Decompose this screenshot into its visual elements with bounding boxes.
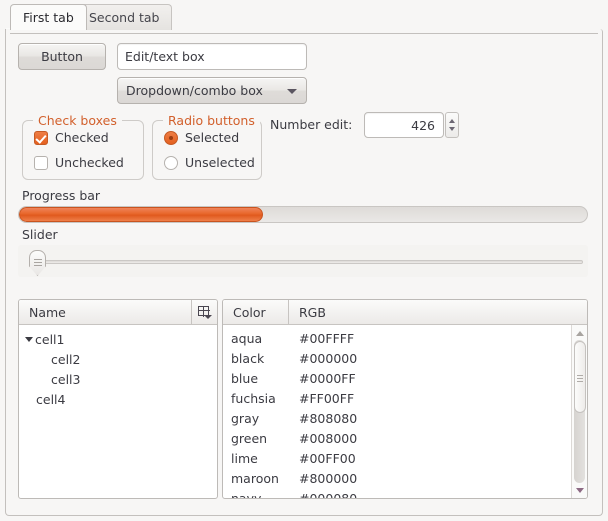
color-rgb-cell: #FF00FF: [289, 391, 354, 406]
color-name-cell: green: [223, 431, 289, 446]
radios-group: Radio buttons Selected Unselected: [152, 120, 262, 180]
table-row[interactable]: green#008000: [223, 428, 571, 448]
triangle-down-icon[interactable]: [449, 127, 455, 131]
tree-view[interactable]: Name cell1 cell2 cell3 cell4: [18, 299, 218, 499]
scroll-down-icon[interactable]: [572, 483, 588, 497]
demo-button[interactable]: Button: [18, 43, 106, 70]
table-row[interactable]: black#000000: [223, 348, 571, 368]
slider-label: Slider: [22, 227, 58, 242]
checkbox-checked-label: Checked: [55, 130, 109, 145]
scroll-up-icon[interactable]: [572, 326, 588, 340]
tree-item[interactable]: cell1: [19, 329, 217, 349]
color-name-cell: aqua: [223, 331, 289, 346]
tree-expander-icon[interactable]: [25, 337, 33, 342]
progress-bar-fill: [19, 207, 263, 222]
chevron-down-icon: [287, 89, 297, 94]
tree-column-options-button[interactable]: [191, 300, 217, 324]
color-name-cell: blue: [223, 371, 289, 386]
color-table[interactable]: Color RGB aqua#00FFFFblack#000000blue#00…: [222, 299, 588, 499]
color-rgb-cell: #000000: [289, 351, 357, 366]
checkbox-checked-icon[interactable]: [34, 131, 48, 145]
triangle-up-icon[interactable]: [449, 119, 455, 123]
combo-selected-value: Dropdown/combo box: [126, 83, 263, 98]
checkbox-checked-row[interactable]: Checked: [34, 130, 109, 145]
table-row[interactable]: aqua#00FFFF: [223, 328, 571, 348]
grid-columns-icon: [198, 306, 211, 318]
color-rgb-cell: #0000FF: [289, 371, 356, 386]
number-edit-stepper[interactable]: [445, 112, 459, 138]
color-rgb-cell: #00FF00: [289, 451, 356, 466]
color-name-cell: navy: [223, 491, 289, 499]
progress-bar-label: Progress bar: [22, 188, 100, 203]
table-row[interactable]: navy#000080: [223, 488, 571, 498]
color-table-body: aqua#00FFFFblack#000000blue#0000FFfuchsi…: [223, 325, 571, 498]
tree-item[interactable]: cell2: [19, 349, 217, 369]
checkbox-unchecked-icon[interactable]: [34, 156, 48, 170]
color-rgb-cell: #000080: [289, 491, 357, 499]
color-rgb-cell: #00FFFF: [289, 331, 354, 346]
app-window: First tab Second tab Button Edit/text bo…: [0, 0, 608, 521]
checkboxes-group-title: Check boxes: [33, 113, 122, 128]
radio-selected-label: Selected: [185, 130, 239, 145]
color-table-header: Color RGB: [223, 300, 587, 325]
progress-bar: [18, 206, 588, 223]
number-edit-value: 426: [411, 118, 435, 133]
tab-strip-divider: [10, 33, 598, 34]
color-table-scrollbar[interactable]: [571, 325, 587, 498]
checkboxes-group: Check boxes Checked Unchecked: [22, 120, 144, 180]
tab-first[interactable]: First tab: [10, 4, 87, 30]
tab-bar: First tab Second tab: [5, 4, 603, 30]
tree-item[interactable]: cell3: [19, 369, 217, 389]
tree-item-label: cell1: [35, 332, 64, 347]
radio-unselected-label: Unselected: [185, 155, 255, 170]
tree-item-label: cell2: [51, 352, 80, 367]
number-edit-label: Number edit:: [270, 117, 352, 132]
color-table-column-rgb[interactable]: RGB: [289, 300, 587, 324]
number-edit-field[interactable]: 426: [364, 112, 444, 138]
color-name-cell: maroon: [223, 471, 289, 486]
tree-item[interactable]: cell4: [19, 389, 217, 409]
radios-group-title: Radio buttons: [163, 113, 260, 128]
text-edit-field[interactable]: Edit/text box: [117, 43, 307, 70]
color-name-cell: gray: [223, 411, 289, 426]
color-rgb-cell: #808080: [289, 411, 357, 426]
color-rgb-cell: #008000: [289, 431, 357, 446]
color-table-column-color[interactable]: Color: [223, 300, 289, 324]
text-edit-value: Edit/text box: [125, 49, 205, 64]
scrollbar-thumb[interactable]: [574, 341, 586, 413]
tree-header: Name: [19, 300, 217, 325]
dropdown-combo-box[interactable]: Dropdown/combo box: [117, 77, 307, 104]
tree-body: cell1 cell2 cell3 cell4: [19, 325, 217, 498]
tree-column-header-name[interactable]: Name: [19, 305, 191, 320]
tab-second[interactable]: Second tab: [76, 4, 172, 30]
radio-unselected-icon[interactable]: [164, 156, 178, 170]
slider-thumb[interactable]: [29, 250, 46, 276]
slider[interactable]: [18, 245, 588, 277]
radio-unselected-row[interactable]: Unselected: [164, 155, 255, 170]
checkbox-unchecked-row[interactable]: Unchecked: [34, 155, 124, 170]
slider-track[interactable]: [40, 260, 583, 264]
color-name-cell: fuchsia: [223, 391, 289, 406]
slider-grip-icon: [34, 259, 42, 260]
checkbox-unchecked-label: Unchecked: [55, 155, 124, 170]
tree-item-label: cell3: [51, 372, 80, 387]
table-row[interactable]: maroon#800000: [223, 468, 571, 488]
color-rgb-cell: #800000: [289, 471, 357, 486]
tree-item-label: cell4: [36, 392, 65, 407]
table-row[interactable]: blue#0000FF: [223, 368, 571, 388]
table-row[interactable]: gray#808080: [223, 408, 571, 428]
table-row[interactable]: fuchsia#FF00FF: [223, 388, 571, 408]
color-name-cell: black: [223, 351, 289, 366]
radio-selected-icon[interactable]: [164, 131, 178, 145]
radio-selected-row[interactable]: Selected: [164, 130, 239, 145]
color-name-cell: lime: [223, 451, 289, 466]
table-row[interactable]: lime#00FF00: [223, 448, 571, 468]
